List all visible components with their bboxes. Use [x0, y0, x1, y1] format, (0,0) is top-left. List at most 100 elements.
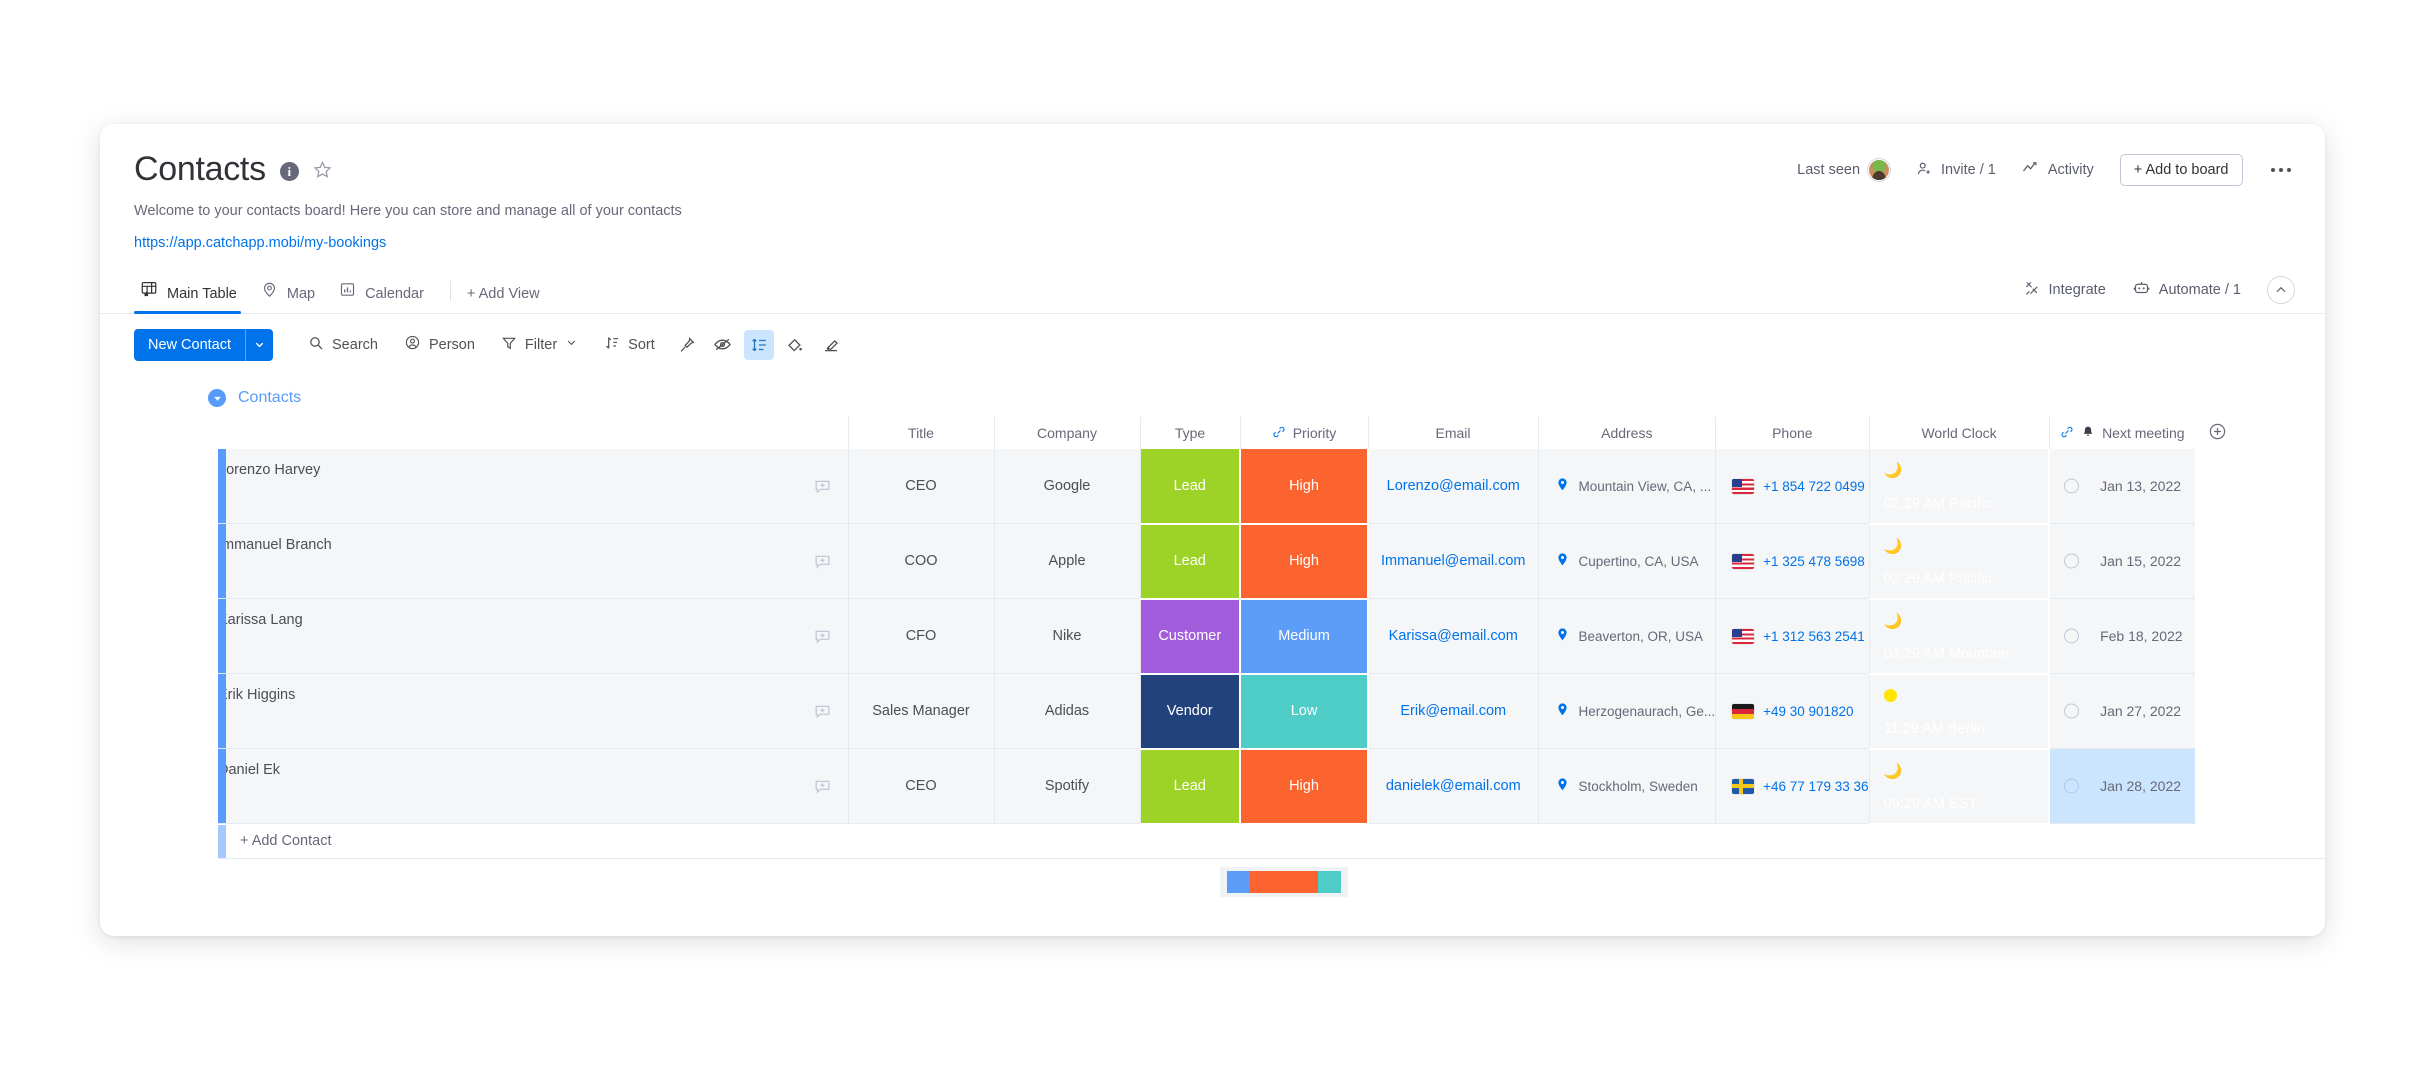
- cell-title[interactable]: COO: [848, 523, 995, 599]
- cell-email[interactable]: Lorenzo@email.com: [1368, 449, 1539, 524]
- row-height-icon[interactable]: [743, 329, 774, 360]
- email-link[interactable]: danielek@email.com: [1386, 778, 1521, 794]
- email-link[interactable]: Erik@email.com: [1400, 703, 1506, 719]
- cell-phone[interactable]: +46 77 179 33 36: [1715, 748, 1870, 824]
- cell-priority[interactable]: High: [1240, 523, 1369, 600]
- cell-next-meeting[interactable]: Feb 18, 2022: [2049, 598, 2196, 674]
- cell-world-clock[interactable]: 🌙 05:29 AM EST: [1869, 748, 2051, 825]
- priority-summary-cell[interactable]: [1220, 866, 1348, 897]
- board-link[interactable]: https://app.catchapp.mobi/my-bookings: [134, 235, 386, 251]
- cell-address[interactable]: Mountain View, CA, ...: [1538, 449, 1717, 524]
- cell-name[interactable]: Lorenzo Harvey: [218, 449, 849, 524]
- cell-email[interactable]: Erik@email.com: [1368, 673, 1539, 749]
- cell-type[interactable]: Lead: [1140, 523, 1241, 600]
- filter-button[interactable]: Filter: [492, 329, 587, 361]
- person-filter-button[interactable]: Person: [395, 328, 484, 361]
- add-update-icon[interactable]: [813, 552, 832, 575]
- column-header-address[interactable]: Address: [1538, 417, 1717, 449]
- cell-address[interactable]: Cupertino, CA, USA: [1538, 523, 1717, 599]
- cell-priority[interactable]: Medium: [1240, 598, 1369, 675]
- cell-next-meeting[interactable]: Jan 15, 2022: [2049, 523, 2196, 599]
- cell-company[interactable]: Spotify: [994, 748, 1141, 824]
- cell-name[interactable]: Erik Higgins: [218, 673, 849, 749]
- activity-button[interactable]: Activity: [2022, 161, 2094, 179]
- add-update-icon[interactable]: [813, 777, 832, 800]
- column-header-name[interactable]: [218, 417, 849, 449]
- meeting-done-radio[interactable]: [2064, 628, 2080, 644]
- cell-phone[interactable]: +49 30 901820: [1715, 673, 1870, 749]
- invite-button[interactable]: Invite / 1: [1916, 160, 1996, 181]
- cell-type[interactable]: Lead: [1140, 748, 1241, 825]
- caret-down-icon[interactable]: [208, 389, 226, 407]
- cell-type[interactable]: Lead: [1140, 449, 1241, 525]
- more-options-button[interactable]: [2269, 162, 2294, 179]
- cell-next-meeting[interactable]: Jan 13, 2022: [2049, 449, 2196, 524]
- chevron-down-icon[interactable]: [565, 336, 578, 353]
- table-row[interactable]: Daniel Ek CEO Spotify Lead High danielek@emai…: [218, 748, 2196, 825]
- star-outline-icon[interactable]: [313, 160, 332, 184]
- cell-company[interactable]: Adidas: [994, 673, 1141, 749]
- cell-company[interactable]: Google: [994, 449, 1141, 524]
- cell-type[interactable]: Customer: [1140, 598, 1241, 675]
- color-bucket-icon[interactable]: [780, 330, 810, 360]
- search-button[interactable]: Search: [299, 329, 387, 361]
- add-update-icon[interactable]: [813, 477, 832, 500]
- avatar[interactable]: [1868, 159, 1891, 181]
- cell-address[interactable]: Stockholm, Sweden: [1538, 748, 1717, 824]
- email-link[interactable]: Immanuel@email.com: [1381, 553, 1525, 569]
- cell-name[interactable]: Karissa Lang: [218, 598, 849, 674]
- table-row[interactable]: Lorenzo Harvey CEO Google Lead High Lorenzo@e…: [218, 449, 2196, 525]
- cell-title[interactable]: CFO: [848, 598, 995, 674]
- column-header-world-clock[interactable]: World Clock: [1869, 417, 2050, 449]
- add-update-icon[interactable]: [813, 702, 832, 725]
- add-to-board-button[interactable]: + Add to board: [2119, 154, 2243, 186]
- cell-next-meeting[interactable]: Jan 27, 2022: [2049, 673, 2196, 749]
- add-update-icon[interactable]: [813, 627, 832, 650]
- column-header-next-meeting[interactable]: Next meeting: [2049, 417, 2226, 449]
- collapse-header-button[interactable]: [2267, 276, 2295, 304]
- integrate-button[interactable]: Integrate: [2023, 279, 2106, 301]
- tab-main-table[interactable]: Main Table: [134, 270, 255, 314]
- cell-phone[interactable]: +1 325 478 5698: [1715, 523, 1870, 599]
- cell-title[interactable]: Sales Manager: [848, 673, 995, 749]
- add-view-button[interactable]: + Add View: [467, 286, 540, 313]
- sort-button[interactable]: Sort: [595, 329, 664, 361]
- cell-world-clock[interactable]: 🌙 02:29 AM Pacific: [1869, 449, 2051, 525]
- eye-off-icon[interactable]: [708, 330, 738, 360]
- pin-icon[interactable]: [672, 330, 702, 360]
- cell-title[interactable]: CEO: [848, 748, 995, 824]
- add-column-button[interactable]: [2208, 422, 2227, 444]
- cell-email[interactable]: danielek@email.com: [1368, 748, 1539, 824]
- column-header-email[interactable]: Email: [1368, 417, 1539, 449]
- cell-world-clock[interactable]: 11:29 AM Berlin: [1869, 673, 2051, 750]
- column-header-priority[interactable]: Priority: [1240, 417, 1369, 449]
- column-header-company[interactable]: Company: [994, 417, 1141, 449]
- meeting-done-radio[interactable]: [2064, 478, 2080, 494]
- last-seen[interactable]: Last seen: [1797, 159, 1891, 181]
- email-link[interactable]: Lorenzo@email.com: [1387, 478, 1520, 494]
- cell-next-meeting[interactable]: Jan 28, 2022: [2049, 748, 2196, 824]
- cell-title[interactable]: CEO: [848, 449, 995, 524]
- chevron-down-icon[interactable]: [245, 328, 273, 361]
- cell-company[interactable]: Nike: [994, 598, 1141, 674]
- cell-address[interactable]: Beaverton, OR, USA: [1538, 598, 1717, 674]
- cell-email[interactable]: Karissa@email.com: [1368, 598, 1539, 674]
- new-contact-button[interactable]: New Contact: [134, 328, 274, 361]
- table-row[interactable]: Erik Higgins Sales Manager Adidas Vendor Low…: [218, 673, 2196, 750]
- brush-icon[interactable]: [816, 330, 846, 360]
- info-icon[interactable]: i: [279, 162, 299, 181]
- cell-phone[interactable]: +1 854 722 0499: [1715, 449, 1870, 524]
- cell-world-clock[interactable]: 🌙 02:29 AM Pacific: [1869, 523, 2051, 600]
- cell-address[interactable]: Herzogenaurach, Ge...: [1538, 673, 1717, 749]
- group-title[interactable]: Contacts: [238, 389, 301, 407]
- cell-priority[interactable]: High: [1240, 449, 1369, 525]
- cell-email[interactable]: Immanuel@email.com: [1368, 523, 1539, 599]
- cell-type[interactable]: Vendor: [1140, 673, 1241, 750]
- email-link[interactable]: Karissa@email.com: [1389, 628, 1518, 644]
- tab-map[interactable]: Map: [255, 270, 333, 313]
- meeting-done-radio[interactable]: [2064, 553, 2080, 569]
- cell-priority[interactable]: High: [1240, 748, 1369, 825]
- cell-priority[interactable]: Low: [1240, 673, 1369, 750]
- column-header-phone[interactable]: Phone: [1715, 417, 1870, 449]
- column-header-type[interactable]: Type: [1140, 417, 1241, 449]
